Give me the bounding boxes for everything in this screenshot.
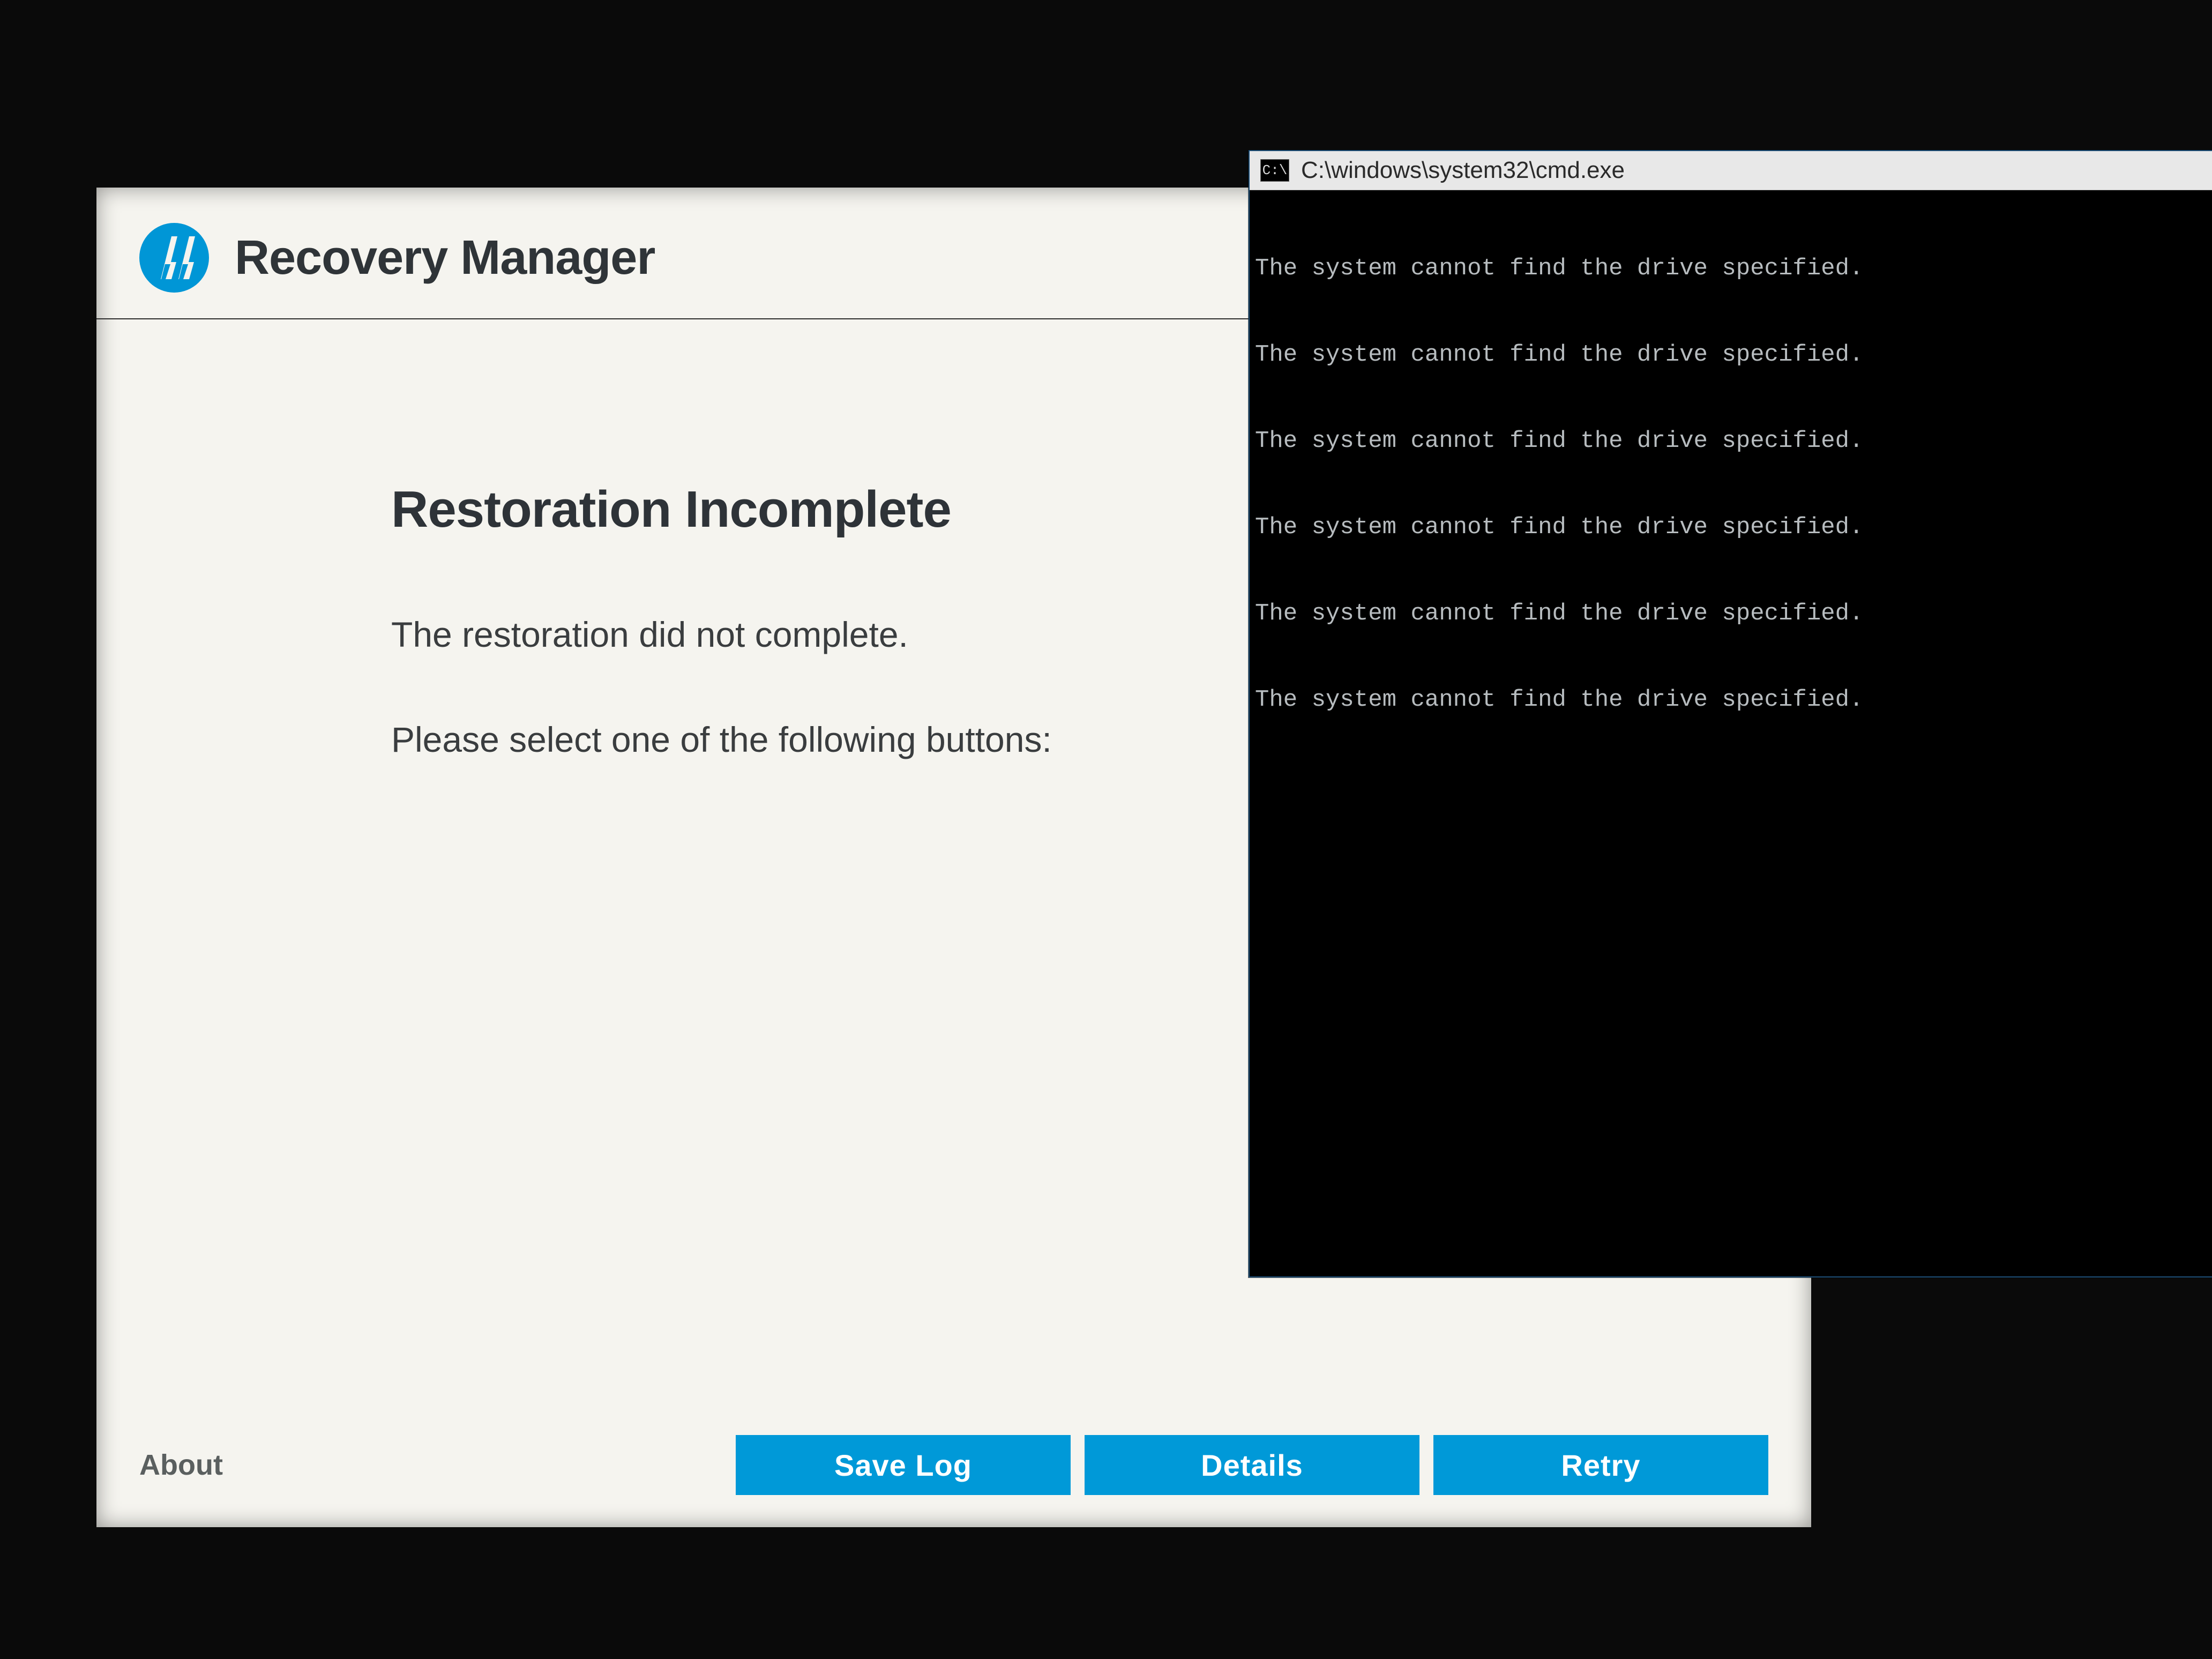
retry-button[interactable]: Retry	[1433, 1435, 1768, 1495]
cmd-line: The system cannot find the drive specifi…	[1255, 686, 2212, 715]
cmd-output[interactable]: The system cannot find the drive specifi…	[1252, 194, 2212, 1276]
cmd-line: The system cannot find the drive specifi…	[1255, 600, 2212, 629]
cmd-line: The system cannot find the drive specifi…	[1255, 255, 2212, 283]
button-row: Save Log Details Retry	[736, 1435, 1768, 1495]
cmd-titlebar[interactable]: C:\ C:\windows\system32\cmd.exe	[1250, 151, 2212, 190]
cmd-window[interactable]: C:\ C:\windows\system32\cmd.exe The syst…	[1249, 150, 2212, 1277]
cmd-line: The system cannot find the drive specifi…	[1255, 513, 2212, 542]
details-button[interactable]: Details	[1085, 1435, 1419, 1495]
app-title: Recovery Manager	[235, 230, 655, 286]
hp-logo-icon	[139, 223, 209, 293]
cmd-icon: C:\	[1260, 159, 1289, 182]
cmd-title: C:\windows\system32\cmd.exe	[1301, 157, 1625, 184]
cmd-line: The system cannot find the drive specifi…	[1255, 427, 2212, 456]
save-log-button[interactable]: Save Log	[736, 1435, 1071, 1495]
about-link[interactable]: About	[139, 1448, 223, 1482]
desktop-background: Recovery Manager Restoration Incomplete …	[0, 0, 2212, 1659]
recovery-manager-footer: About Save Log Details Retry	[96, 1435, 1811, 1495]
cmd-line: The system cannot find the drive specifi…	[1255, 341, 2212, 370]
